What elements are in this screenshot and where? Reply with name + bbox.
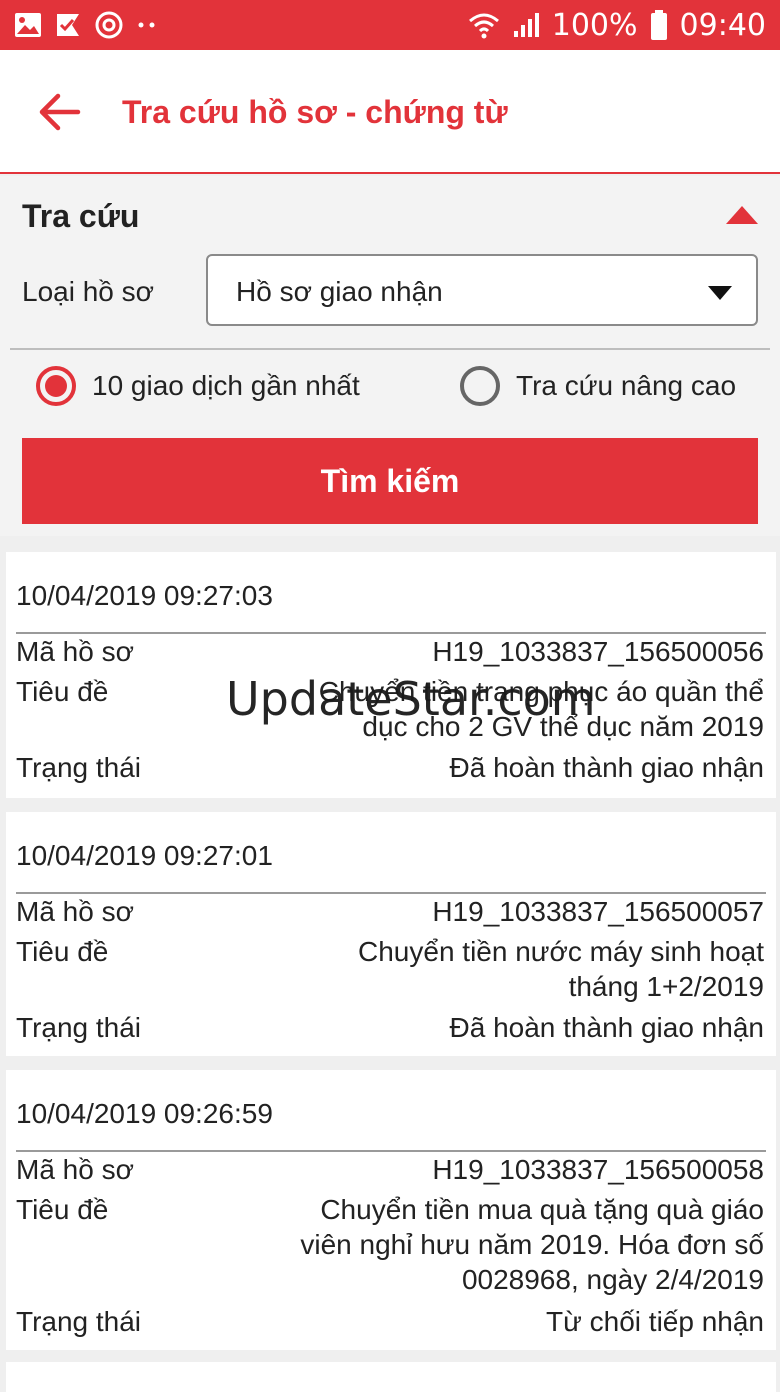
code-value: H19_1033837_156500058: [432, 1154, 764, 1185]
result-card[interactable]: 10/04/2019 09:27:01 Mã hồ sơ H19_1033837…: [6, 812, 776, 1056]
radio-selected-icon: [36, 366, 76, 406]
collapse-triangle-icon[interactable]: [726, 206, 758, 224]
clock: 09:40: [679, 7, 766, 43]
title-value: Chuyển tiền nước máy sinh hoạt tháng 1+2…: [358, 936, 764, 1002]
radio-advanced-search[interactable]: Tra cứu nâng cao: [460, 366, 736, 406]
result-status-row: Trạng thái Đã hoàn thành giao nhận: [16, 1010, 764, 1045]
result-timestamp: 10/04/2019 09:27:03: [16, 580, 273, 611]
result-title-row: Tiêu đề Chuyển tiền nước máy sinh hoạt t…: [16, 934, 764, 1004]
result-status-row: Trạng thái Đã hoàn thành giao nhận: [16, 750, 764, 785]
code-value: H19_1033837_156500056: [432, 636, 764, 667]
sync-target-icon: [94, 10, 124, 40]
code-label: Mã hồ sơ: [16, 1154, 134, 1185]
dropdown-caret-icon: [708, 286, 732, 300]
back-button[interactable]: [38, 92, 82, 132]
radio-advanced-label: Tra cứu nâng cao: [516, 370, 737, 401]
result-code-row: Mã hồ sơ H19_1033837_156500057: [16, 894, 764, 929]
signal-icon: [512, 11, 540, 39]
search-panel: Tra cứu Loại hồ sơ Hồ sơ giao nhận 10 gi…: [0, 176, 780, 536]
result-code-row: Mã hồ sơ H19_1033837_156500058: [16, 1152, 764, 1187]
result-title-row: Tiêu đề Chuyển tiền mua quà tặng quà giá…: [16, 1192, 764, 1297]
result-timestamp: 10/04/2019 09:26:59: [16, 1098, 273, 1129]
result-code-row: Mã hồ sơ H19_1033837_156500056: [16, 634, 764, 669]
document-type-label: Loại hồ sơ: [22, 276, 155, 307]
back-arrow-icon: [39, 93, 81, 131]
image-icon: [14, 12, 42, 38]
status-label: Trạng thái: [16, 1306, 142, 1337]
title-value: Chuyển tiền mua quà tặng quà giáo viên n…: [300, 1194, 764, 1295]
check-flag-icon: [54, 11, 82, 39]
status-value: Đã hoàn thành giao nhận: [449, 1012, 765, 1043]
status-bar-right: 100% 09:40: [468, 8, 766, 43]
title-value: Chuyển tiền trang phục áo quần thể dục c…: [318, 676, 764, 742]
result-title-row: Tiêu đề Chuyển tiền trang phục áo quần t…: [16, 674, 764, 744]
result-card[interactable]: 10/04/2019 09:26:59 Mã hồ sơ H19_1033837…: [6, 1070, 776, 1350]
result-status-row: Trạng thái Từ chối tiếp nhận: [16, 1304, 764, 1339]
status-bar: 100% 09:40: [0, 0, 780, 50]
status-bar-left: [14, 10, 158, 40]
radio-unselected-icon: [460, 366, 500, 406]
page-title: Tra cứu hồ sơ - chứng từ: [122, 94, 508, 130]
search-section-title: Tra cứu: [22, 198, 140, 234]
status-value: Đã hoàn thành giao nhận: [449, 752, 765, 783]
result-card[interactable]: 10/04/2019 09:27:03 Mã hồ sơ H19_1033837…: [6, 552, 776, 798]
code-label: Mã hồ sơ: [16, 636, 134, 667]
status-label: Trạng thái: [16, 1012, 142, 1043]
result-card-partial[interactable]: [6, 1362, 776, 1392]
document-type-value: Hồ sơ giao nhận: [236, 276, 443, 307]
title-label: Tiêu đề: [16, 1194, 109, 1225]
radio-recent-transactions[interactable]: 10 giao dịch gần nhất: [36, 366, 360, 406]
radio-recent-label: 10 giao dịch gần nhất: [92, 370, 360, 401]
result-timestamp: 10/04/2019 09:27:01: [16, 840, 273, 871]
title-label: Tiêu đề: [16, 676, 109, 707]
code-label: Mã hồ sơ: [16, 896, 134, 927]
more-dots-icon: [136, 20, 158, 30]
status-label: Trạng thái: [16, 752, 142, 783]
battery-icon: [650, 10, 668, 40]
status-value: Từ chối tiếp nhận: [546, 1306, 764, 1337]
code-value: H19_1033837_156500057: [432, 896, 764, 927]
wifi-icon: [468, 11, 500, 39]
divider: [10, 348, 770, 350]
battery-percentage: 100%: [551, 7, 638, 43]
search-button[interactable]: Tìm kiếm: [22, 438, 758, 524]
title-label: Tiêu đề: [16, 936, 109, 967]
document-type-select[interactable]: Hồ sơ giao nhận: [206, 254, 758, 326]
app-bar: Tra cứu hồ sơ - chứng từ: [0, 50, 780, 174]
